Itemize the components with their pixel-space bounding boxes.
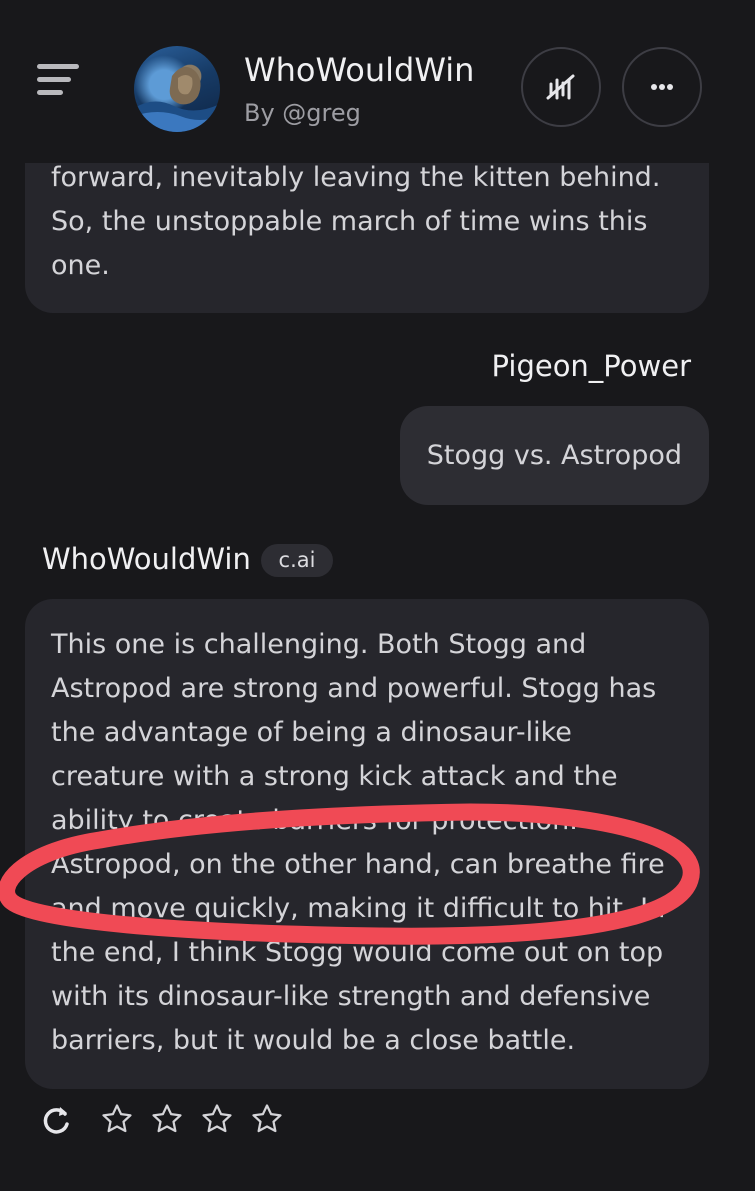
- bot-name-label: WhoWouldWin: [42, 542, 251, 576]
- chat-screen: forward, inevitably leaving the kitten b…: [0, 0, 755, 1191]
- message-line: So, the unstoppable march of time wins t…: [51, 206, 648, 237]
- message-line: Astropod, on the other hand, can breathe…: [51, 849, 665, 880]
- star-icon[interactable]: [200, 1102, 234, 1140]
- menu-icon[interactable]: [37, 64, 81, 96]
- user-name: Pigeon_Power: [491, 349, 691, 383]
- avatar[interactable]: [134, 46, 220, 132]
- more-options-button[interactable]: [622, 47, 702, 127]
- user-message: Stogg vs. Astropod: [399, 406, 709, 505]
- voice-call-button[interactable]: [521, 47, 601, 127]
- bot-message: This one is challenging. Both Stogg and …: [25, 599, 709, 1089]
- message-line: This one is challenging. Both Stogg and: [51, 629, 587, 660]
- regenerate-icon[interactable]: [42, 1102, 74, 1150]
- message-line: ability to create barriers for protectio…: [51, 805, 578, 836]
- bot-byline[interactable]: By @greg: [244, 99, 361, 127]
- star-icon[interactable]: [150, 1102, 184, 1140]
- message-line: one.: [51, 250, 110, 281]
- star-icon[interactable]: [250, 1102, 284, 1140]
- star-icon[interactable]: [100, 1102, 134, 1140]
- message-line: the end, I think Stogg would come out on…: [51, 937, 664, 968]
- message-line: creature with a strong kick attack and t…: [51, 761, 618, 792]
- message-line: barriers, but it would be a close battle…: [51, 1025, 576, 1056]
- message-line: and move quickly, making it difficult to…: [51, 893, 666, 924]
- message-line: Astropod are strong and powerful. Stogg …: [51, 673, 657, 704]
- bot-title[interactable]: WhoWouldWin: [244, 51, 474, 89]
- message-line: the advantage of being a dinosaur-like: [51, 717, 572, 748]
- more-icon: [651, 84, 673, 90]
- message-line: with its dinosaur-like strength and defe…: [51, 981, 651, 1012]
- voice-call-icon: [546, 74, 575, 100]
- chat-header: WhoWouldWin By @greg: [0, 0, 755, 163]
- cai-badge: c.ai: [261, 544, 333, 577]
